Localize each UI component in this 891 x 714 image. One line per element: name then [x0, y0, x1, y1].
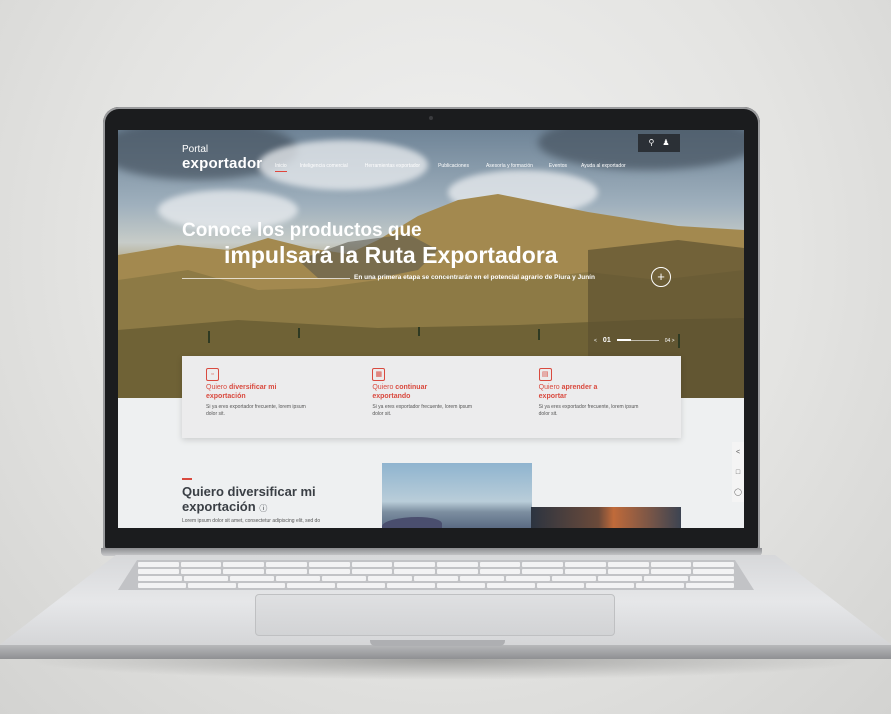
sunset-photo — [531, 507, 681, 528]
cactus — [418, 327, 420, 336]
nav-item-publicaciones[interactable]: Publicaciones — [438, 163, 469, 169]
hero-divider — [182, 278, 350, 279]
card-description: Si ya eres exportador frecuente, lorem i… — [538, 404, 639, 417]
whatsapp-icon[interactable]: ◯ — [734, 489, 742, 496]
card-title: Quiero diversificar mi exportación — [206, 384, 286, 401]
card-description: Si ya eres exportador frecuente, lorem i… — [372, 404, 473, 417]
key-row — [118, 568, 754, 574]
search-icon[interactable]: ⚲ — [648, 139, 654, 147]
webcam — [429, 116, 433, 120]
main-nav: Inicio Inteligencia comercial Herramient… — [275, 163, 626, 172]
nav-item-asesoria[interactable]: Asesoría y formación — [486, 163, 533, 169]
lid-notch — [370, 640, 505, 646]
card-title-pre: Quiero — [206, 384, 229, 391]
card-continuar[interactable]: ▦ Quiero continuar exportando Si ya eres… — [348, 356, 514, 438]
document-icon: ▤ — [538, 368, 552, 381]
share-sidebar: < □ ◯ — [732, 442, 744, 502]
hero-title-line2: impulsará la Ruta Exportadora — [224, 242, 558, 268]
key-row — [118, 561, 754, 567]
laptop-front-edge — [0, 645, 891, 659]
section-title: Quiero diversificar mi exportación ⓘ — [182, 484, 342, 516]
laptop-hinge — [101, 548, 762, 556]
card-title: Quiero continuar exportando — [372, 384, 452, 401]
landscape-photo — [382, 463, 532, 528]
logo-exportador[interactable]: exportador — [182, 155, 262, 172]
share-icon[interactable]: < — [736, 449, 740, 456]
nav-item-inicio[interactable]: Inicio — [275, 163, 287, 172]
key-row — [118, 582, 754, 588]
section-title-text: Quiero diversificar mi exportación — [182, 484, 316, 514]
nav-item-ayuda[interactable]: Ayuda al exportador — [581, 163, 626, 169]
header-actions: ⚲ ♟ — [638, 134, 680, 152]
plus-circle-button[interactable]: + — [651, 267, 671, 287]
pager-current: 01 — [602, 337, 611, 344]
cactus — [538, 329, 540, 340]
quick-access-cards: ▫ Quiero diversificar mi exportación Si … — [182, 356, 681, 438]
boxes-icon: ▦ — [372, 368, 386, 381]
section-text: Lorem ipsum dolor sit amet, consectetur … — [182, 518, 321, 524]
logo-portal[interactable]: Portal — [182, 145, 208, 155]
card-title-pre: Quiero — [538, 384, 562, 391]
chat-icon[interactable]: □ — [736, 469, 740, 476]
pager-total[interactable]: 04 > — [665, 338, 675, 344]
card-diversificar[interactable]: ▫ Quiero diversificar mi exportación Si … — [182, 356, 348, 438]
info-icon[interactable]: ⓘ — [259, 504, 267, 513]
hero-subtitle: En una primera etapa se concentrarán en … — [354, 274, 595, 281]
prev-arrow-icon[interactable]: < — [594, 338, 597, 344]
nav-item-eventos[interactable]: Eventos — [549, 163, 567, 169]
carousel-pager: < 01 04 > — [594, 337, 675, 344]
user-icon[interactable]: ♟ — [662, 139, 669, 147]
cactus — [208, 331, 210, 343]
key-row — [118, 575, 754, 581]
cactus — [298, 328, 300, 338]
card-title: Quiero aprender a exportar — [539, 384, 619, 401]
card-description: Si ya eres exportador frecuente, lorem i… — [206, 404, 306, 417]
trackpad — [255, 594, 615, 636]
hero-title-line1: Conoce los productos que — [182, 220, 422, 241]
browser-screen: Portal exportador Inicio Inteligencia co… — [118, 130, 744, 528]
keyboard — [118, 560, 754, 590]
nav-item-herramientas[interactable]: Herramientas exportador — [365, 163, 420, 169]
section-accent-line — [182, 478, 192, 480]
card-title-pre: Quiero — [372, 384, 396, 391]
box-icon: ▫ — [206, 368, 219, 381]
cactus — [678, 334, 680, 348]
pager-progress — [616, 339, 659, 341]
nav-item-inteligencia[interactable]: Inteligencia comercial — [300, 163, 348, 169]
card-aprender[interactable]: ▤ Quiero aprender a exportar Si ya eres … — [515, 356, 681, 438]
